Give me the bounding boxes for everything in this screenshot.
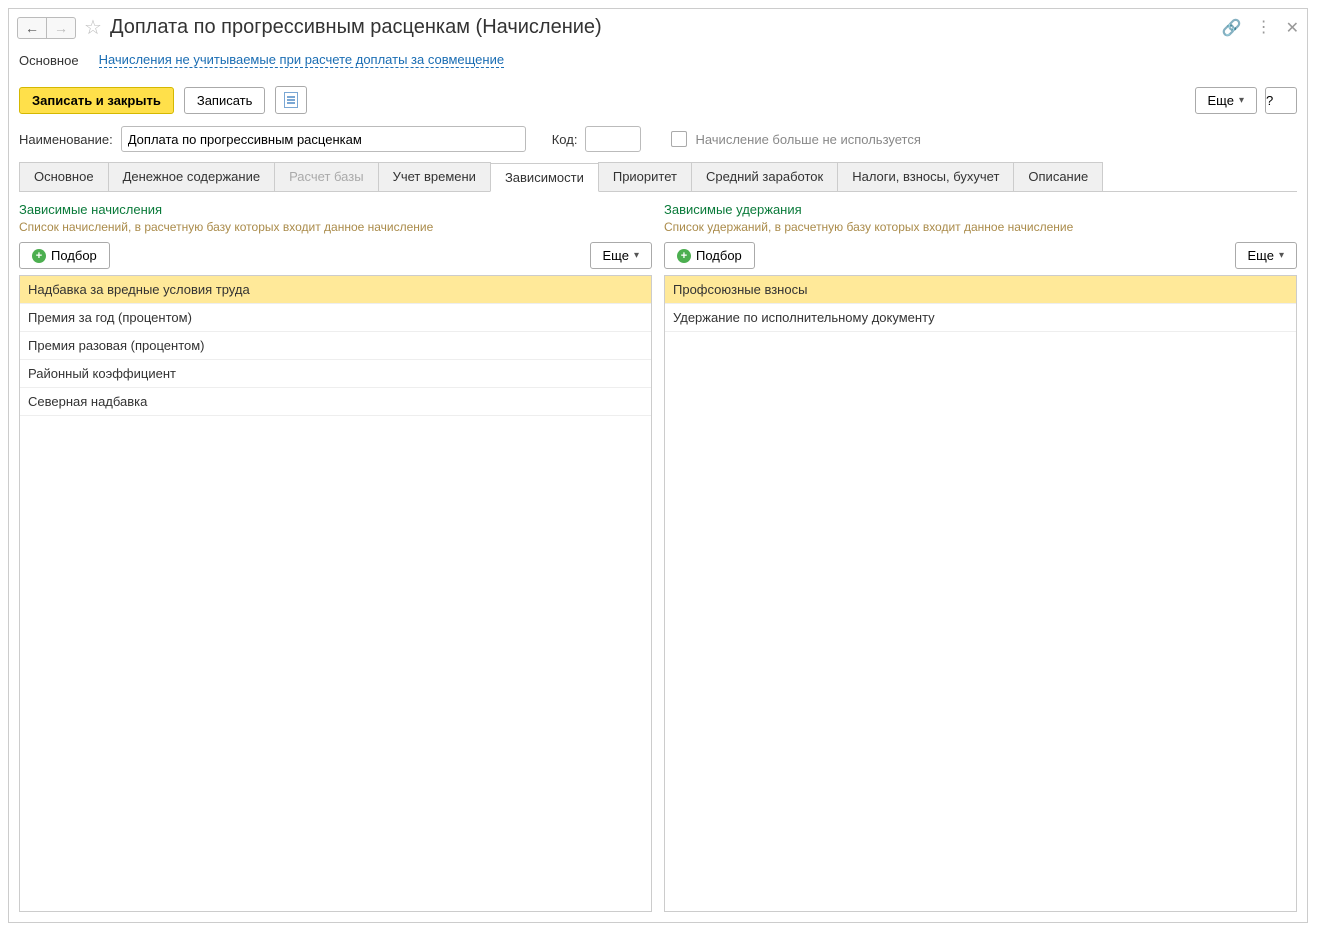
tab-налоги-взносы-бухучет[interactable]: Налоги, взносы, бухучет xyxy=(837,162,1014,191)
code-label: Код: xyxy=(552,132,578,147)
link-icon[interactable]: 🔗 xyxy=(1222,18,1242,38)
code-input[interactable] xyxy=(585,126,641,152)
save-and-close-button[interactable]: Записать и закрыть xyxy=(19,87,174,114)
more-button[interactable]: Еще xyxy=(1195,87,1257,114)
no-longer-used-checkbox[interactable] xyxy=(671,131,687,147)
section-nav: Основное Начисления не учитываемые при р… xyxy=(9,46,1307,78)
tab-content: Зависимые начисления Список начислений, … xyxy=(9,192,1307,922)
close-icon[interactable]: ✕ xyxy=(1286,18,1299,38)
report-button[interactable] xyxy=(275,86,307,114)
list-item[interactable]: Премия разовая (процентом) xyxy=(20,332,651,360)
left-panel-title: Зависимые начисления xyxy=(19,202,652,217)
left-panel-desc: Список начислений, в расчетную базу кото… xyxy=(19,220,652,234)
no-longer-used-label: Начисление больше не используется xyxy=(695,132,920,147)
section-nav-main[interactable]: Основное xyxy=(19,53,79,68)
save-button[interactable]: Записать xyxy=(184,87,266,114)
titlebar: ← → ☆ Доплата по прогрессивным расценкам… xyxy=(9,9,1307,46)
left-pick-label: Подбор xyxy=(51,248,97,263)
help-button[interactable]: ? xyxy=(1265,87,1297,114)
left-panel-toolbar: + Подбор Еще xyxy=(19,242,652,269)
list-item[interactable]: Северная надбавка xyxy=(20,388,651,416)
plus-icon: + xyxy=(32,249,46,263)
right-panel: Зависимые удержания Список удержаний, в … xyxy=(664,202,1297,912)
left-more-button[interactable]: Еще xyxy=(590,242,652,269)
list-item[interactable]: Надбавка за вредные условия труда xyxy=(20,276,651,304)
left-list[interactable]: Надбавка за вредные условия трудаПремия … xyxy=(19,275,652,912)
tab-учет-времени[interactable]: Учет времени xyxy=(378,162,491,191)
tabs: ОсновноеДенежное содержаниеРасчет базыУч… xyxy=(19,162,1297,192)
left-panel: Зависимые начисления Список начислений, … xyxy=(19,202,652,912)
nav-forward-button[interactable]: → xyxy=(46,17,76,39)
name-input[interactable] xyxy=(121,126,526,152)
favorite-star-icon[interactable]: ☆ xyxy=(84,15,102,40)
right-panel-toolbar: + Подбор Еще xyxy=(664,242,1297,269)
right-panel-title: Зависимые удержания xyxy=(664,202,1297,217)
tab-средний-заработок[interactable]: Средний заработок xyxy=(691,162,838,191)
tab-приоритет[interactable]: Приоритет xyxy=(598,162,692,191)
section-nav-excluded-link[interactable]: Начисления не учитываемые при расчете до… xyxy=(99,52,505,68)
tab-основное[interactable]: Основное xyxy=(19,162,109,191)
report-icon xyxy=(284,92,298,108)
left-pick-button[interactable]: + Подбор xyxy=(19,242,110,269)
page-title: Доплата по прогрессивным расценкам (Начи… xyxy=(110,16,602,39)
tab-расчет-базы: Расчет базы xyxy=(274,162,379,191)
tab-описание[interactable]: Описание xyxy=(1013,162,1103,191)
right-list[interactable]: Профсоюзные взносыУдержание по исполните… xyxy=(664,275,1297,912)
main-toolbar: Записать и закрыть Записать Еще ? xyxy=(9,78,1307,122)
right-panel-desc: Список удержаний, в расчетную базу котор… xyxy=(664,220,1297,234)
plus-icon: + xyxy=(677,249,691,263)
titlebar-actions: 🔗 ⋮ ✕ xyxy=(1222,18,1299,38)
right-pick-button[interactable]: + Подбор xyxy=(664,242,755,269)
list-item[interactable]: Премия за год (процентом) xyxy=(20,304,651,332)
nav-back-button[interactable]: ← xyxy=(17,17,47,39)
list-item[interactable]: Удержание по исполнительному документу xyxy=(665,304,1296,332)
tab-зависимости[interactable]: Зависимости xyxy=(490,163,599,192)
name-label: Наименование: xyxy=(19,132,113,147)
right-more-button[interactable]: Еще xyxy=(1235,242,1297,269)
tab-денежное-содержание[interactable]: Денежное содержание xyxy=(108,162,275,191)
right-pick-label: Подбор xyxy=(696,248,742,263)
kebab-menu-icon[interactable]: ⋮ xyxy=(1256,20,1272,36)
form-row: Наименование: Код: Начисление больше не … xyxy=(9,122,1307,162)
list-item[interactable]: Районный коэффициент xyxy=(20,360,651,388)
window: ← → ☆ Доплата по прогрессивным расценкам… xyxy=(8,8,1308,923)
list-item[interactable]: Профсоюзные взносы xyxy=(665,276,1296,304)
